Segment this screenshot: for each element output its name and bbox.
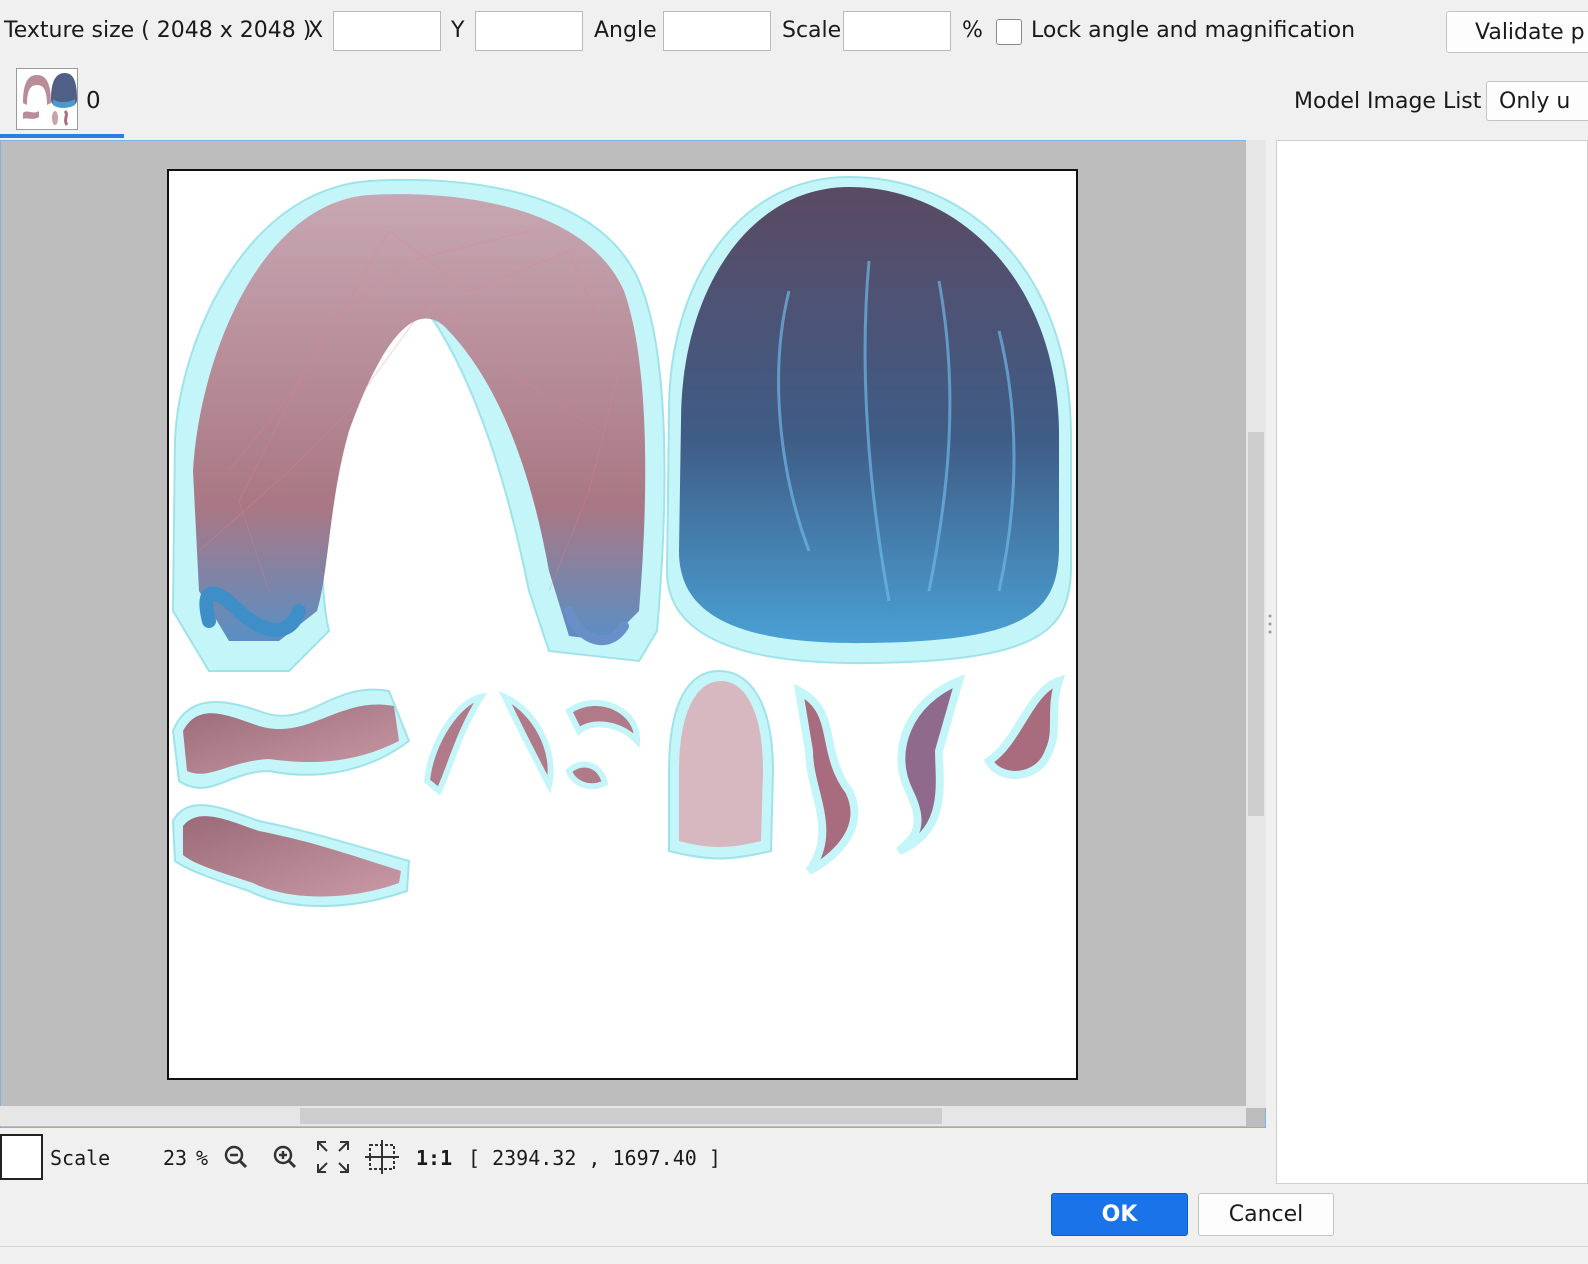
model-image-list-label: Model Image List [1294, 89, 1482, 114]
zoom-scale-label: Scale [50, 1146, 111, 1170]
panel-splitter-handle[interactable] [1268, 612, 1272, 636]
zoom-value: 23 [163, 1146, 188, 1170]
ok-button[interactable]: OK [1051, 1193, 1188, 1236]
piece-strand-1 [793, 683, 859, 875]
zoom-unit: % [196, 1146, 209, 1170]
model-image-filter-select[interactable]: Only u [1486, 81, 1588, 121]
validate-button[interactable]: Validate p [1446, 11, 1588, 53]
piece-strand-2 [896, 674, 966, 855]
background-color-swatch[interactable] [0, 1134, 43, 1180]
viewport-vertical-scroll-thumb[interactable] [1248, 432, 1264, 816]
texture-size-label: Texture size ( 2048 x 2048 ) [4, 18, 312, 43]
actual-size-button[interactable]: 1:1 [416, 1146, 452, 1170]
piece-curl-1 [423, 692, 488, 796]
y-input[interactable] [475, 11, 583, 51]
dialog-bottom-edge [0, 1246, 1588, 1264]
lock-angle-label: Lock angle and magnification [1031, 18, 1356, 43]
piece-strand-3 [983, 674, 1066, 779]
fit-to-view-icon[interactable] [315, 1138, 351, 1176]
angle-label: Angle [594, 18, 657, 43]
model-image-filter-value: Only u [1499, 88, 1571, 114]
zoom-out-icon[interactable] [218, 1138, 254, 1176]
model-image-list-panel[interactable] [1276, 140, 1588, 1184]
cancel-button-label: Cancel [1228, 1202, 1304, 1227]
cursor-coordinates: [ 2394.32 , 1697.40 ] [468, 1146, 721, 1170]
tab-selected-indicator [0, 134, 124, 138]
tab-texture-thumbnail[interactable] [16, 68, 78, 130]
validate-button-label: Validate p [1475, 19, 1585, 45]
angle-input[interactable] [663, 11, 771, 51]
piece-curl-3 [565, 699, 641, 790]
lock-angle-checkbox[interactable] [996, 19, 1022, 45]
x-label: X [308, 18, 324, 43]
texture-atlas-artwork [171, 175, 1072, 907]
scale-label: Scale [782, 18, 842, 43]
zoom-in-icon[interactable] [267, 1138, 303, 1176]
percent-label: % [962, 18, 983, 43]
tab-0-label[interactable]: 0 [86, 88, 101, 114]
viewport-horizontal-scroll-thumb[interactable] [300, 1108, 942, 1124]
ok-button-label: OK [1101, 1202, 1138, 1227]
texture-atlas-canvas[interactable] [167, 169, 1078, 1080]
center-view-icon[interactable] [364, 1138, 400, 1176]
piece-bang [679, 681, 763, 847]
cancel-button[interactable]: Cancel [1198, 1193, 1334, 1236]
piece-curl-2 [498, 690, 554, 794]
y-label: Y [451, 18, 465, 43]
x-input[interactable] [333, 11, 441, 51]
scale-input[interactable] [843, 11, 951, 51]
